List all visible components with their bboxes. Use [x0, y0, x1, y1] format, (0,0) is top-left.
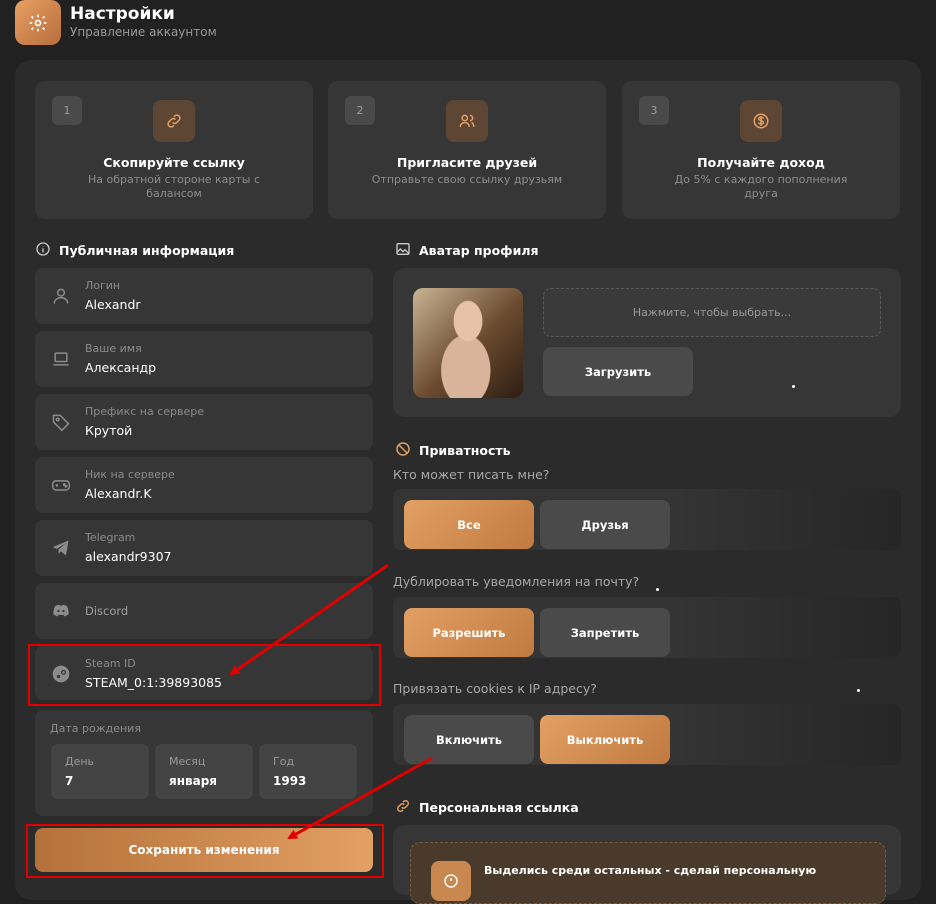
arrow-to-save-button — [287, 756, 433, 840]
arrow-to-steam-id — [229, 563, 389, 676]
annotation-arrows — [229, 563, 433, 840]
